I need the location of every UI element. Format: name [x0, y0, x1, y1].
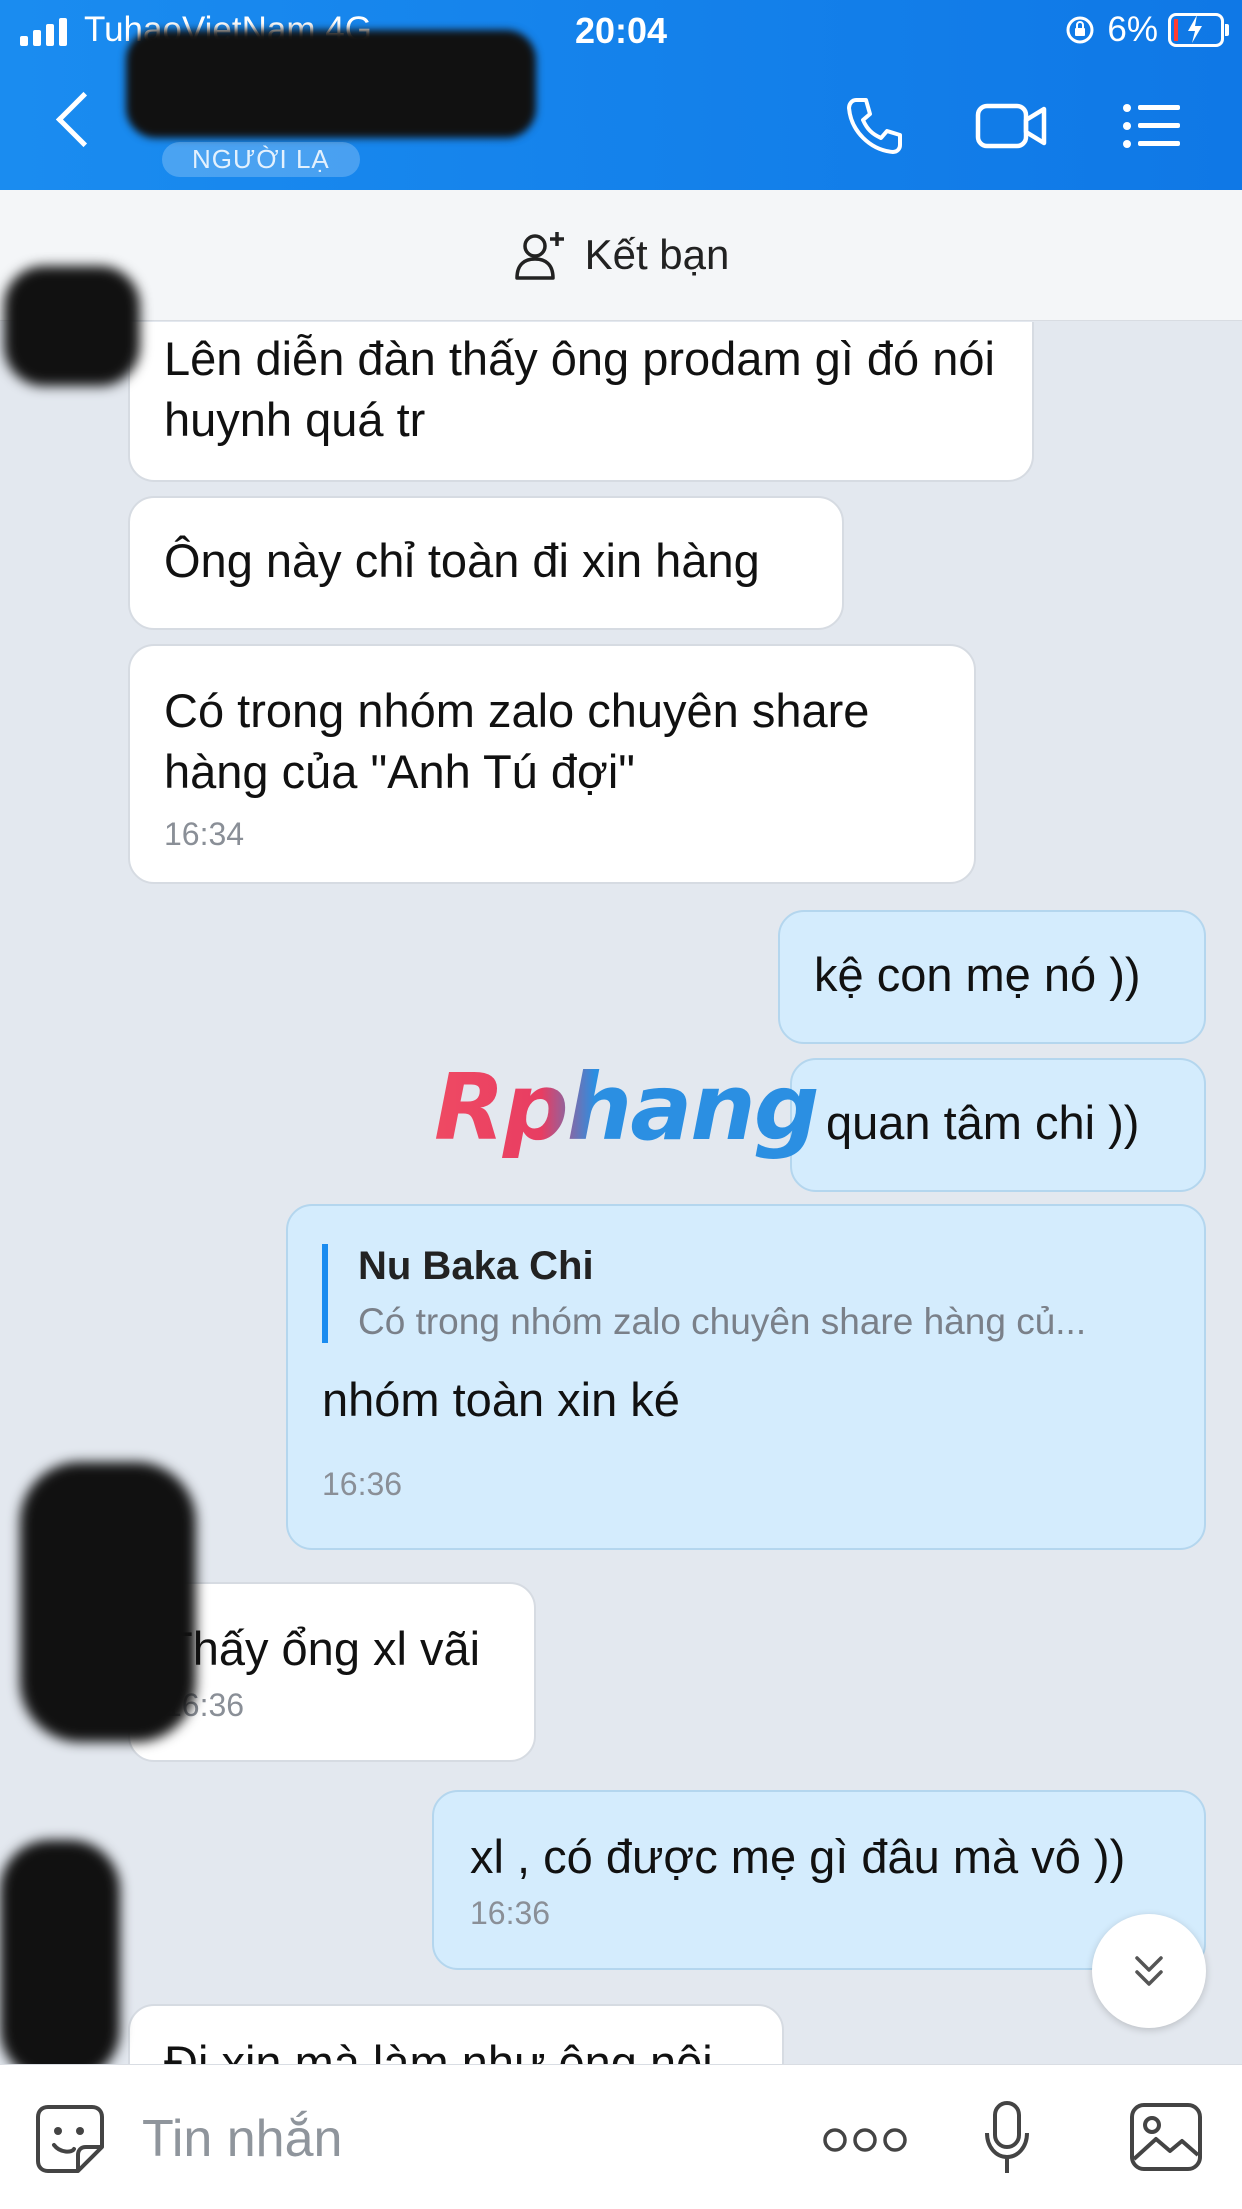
avatar-redacted	[20, 1462, 196, 1742]
add-friend-bar[interactable]: Kết bạn	[0, 190, 1242, 321]
message-bubble[interactable]: Lên diễn đàn thấy ông prodam gì đó nói h…	[128, 322, 1034, 482]
battery-status: 6%	[1063, 10, 1229, 50]
avatar-redacted	[0, 1840, 120, 2080]
message-text: Có trong nhóm zalo chuyên share hàng của…	[164, 684, 870, 798]
quoted-text: Có trong nhóm zalo chuyên share hàng củ.…	[358, 1301, 1087, 1342]
message-text: Lên diễn đàn thấy ông prodam gì đó nói h…	[164, 332, 995, 446]
quoted-sender: Nu Baka Chi	[358, 1244, 594, 1288]
message-bubble[interactable]: Có trong nhóm zalo chuyên share hàng của…	[128, 644, 976, 884]
sticker-icon[interactable]	[34, 2103, 106, 2175]
microphone-icon[interactable]	[982, 2099, 1032, 2179]
message-text: kệ con mẹ nó ))	[814, 948, 1141, 1001]
message-bubble[interactable]: quan tâm chi ))	[790, 1058, 1206, 1192]
more-options-icon[interactable]	[822, 2125, 908, 2155]
message-text: nhóm toàn xin ké	[322, 1373, 680, 1426]
double-chevron-down-icon	[1135, 1956, 1163, 1986]
message-text: quan tâm chi ))	[826, 1096, 1140, 1149]
message-time: 16:36	[470, 1895, 551, 1931]
image-gallery-icon[interactable]	[1128, 2101, 1204, 2173]
message-text: Thấy ổng xl vãi	[164, 1622, 481, 1675]
scroll-to-bottom-button[interactable]	[1092, 1914, 1206, 2028]
add-friend-icon	[514, 232, 564, 280]
phone-call-icon[interactable]	[842, 94, 906, 158]
add-friend-label: Kết bạn	[584, 231, 730, 278]
watermark-logo: Rphang	[434, 1054, 820, 1161]
video-call-icon[interactable]	[974, 94, 1050, 158]
message-time: 16:36	[322, 1466, 403, 1502]
chat-header: TuhaoVietNam 4G 20:04 6% NGƯỜI LẠ	[0, 0, 1242, 190]
avatar-redacted	[4, 266, 140, 386]
message-bubble[interactable]: xl , có được mẹ gì đâu mà vô )) 16:36	[432, 1790, 1206, 1970]
message-input[interactable]: Tin nhắn	[142, 2109, 342, 2169]
menu-icon[interactable]	[1120, 94, 1184, 158]
stranger-badge: NGƯỜI LẠ	[162, 142, 360, 177]
reply-message-bubble[interactable]: Nu Baka Chi Có trong nhóm zalo chuyên sh…	[286, 1204, 1206, 1550]
message-bubble[interactable]: Ông này chỉ toàn đi xin hàng	[128, 496, 844, 630]
contact-name-redacted	[126, 30, 536, 138]
message-text: Ông này chỉ toàn đi xin hàng	[164, 534, 760, 587]
message-input-bar: Tin nhắn	[0, 2064, 1242, 2209]
battery-percent: 6%	[1107, 10, 1158, 49]
battery-icon	[1168, 13, 1229, 47]
message-bubble[interactable]: kệ con mẹ nó ))	[778, 910, 1206, 1044]
orientation-lock-icon	[1066, 16, 1094, 44]
message-time: 16:34	[164, 816, 245, 852]
message-text: xl , có được mẹ gì đâu mà vô ))	[470, 1830, 1126, 1883]
message-time: 16:36	[164, 1687, 245, 1723]
quoted-message[interactable]: Nu Baka Chi Có trong nhóm zalo chuyên sh…	[322, 1244, 1170, 1343]
back-button[interactable]	[55, 91, 112, 148]
